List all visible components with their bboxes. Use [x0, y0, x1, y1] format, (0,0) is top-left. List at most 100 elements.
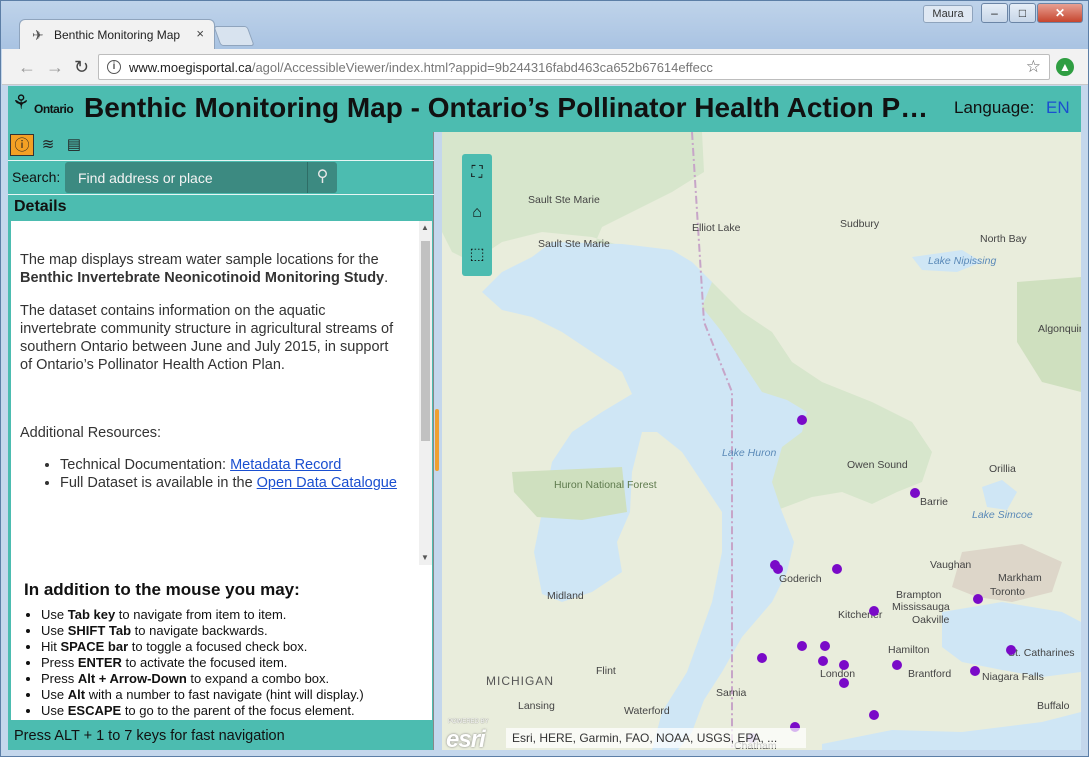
- attribution-text[interactable]: Esri, HERE, Garmin, FAO, NOAA, USGS, EPA…: [506, 728, 806, 748]
- sample-point[interactable]: [1006, 645, 1016, 655]
- help-item-key: Tab key: [67, 607, 116, 622]
- extension-icon[interactable]: ▲: [1056, 58, 1074, 76]
- sample-point[interactable]: [818, 656, 828, 666]
- close-tab-icon[interactable]: ×: [196, 26, 204, 41]
- site-info-icon[interactable]: i: [107, 60, 121, 74]
- trillium-icon: ⚘: [12, 92, 30, 114]
- minimize-button[interactable]: –: [981, 3, 1008, 23]
- p1-prefix: The map displays stream water sample loc…: [20, 252, 379, 268]
- search-row: Search: ⚲: [8, 160, 434, 194]
- help-item-suffix: to activate the focused item.: [121, 655, 288, 670]
- side-panel: ⓘ ≋ ▤ Search: ⚲ Details The map displays…: [8, 132, 434, 750]
- logo-text: Ontario: [34, 102, 74, 116]
- map-label: Toronto: [990, 586, 1025, 598]
- sample-point[interactable]: [869, 710, 879, 720]
- url-text[interactable]: www.moegisportal.ca/agol/AccessibleViewe…: [129, 60, 713, 75]
- map-label: Lansing: [518, 700, 555, 712]
- help-item-key: ESCAPE: [67, 703, 122, 718]
- basemap[interactable]: Sault Ste Marie Sault Ste Marie Elliot L…: [442, 132, 1081, 750]
- extent-icon[interactable]: ⬚: [462, 240, 492, 270]
- open-data-link[interactable]: Open Data Catalogue: [257, 475, 397, 491]
- scroll-down-icon[interactable]: ▼: [421, 553, 429, 562]
- sample-point[interactable]: [973, 594, 983, 604]
- address-bar[interactable]: i www.moegisportal.ca/agol/AccessibleVie…: [98, 54, 1050, 80]
- scroll-up-icon[interactable]: ▲: [421, 223, 429, 232]
- sample-point[interactable]: [839, 678, 849, 688]
- panel-splitter[interactable]: [435, 409, 439, 471]
- search-input[interactable]: [65, 162, 307, 193]
- map-label: Midland: [547, 590, 584, 602]
- language-toggle[interactable]: EN: [1046, 98, 1070, 118]
- sample-point[interactable]: [832, 564, 842, 574]
- map-label: Sudbury: [840, 218, 880, 230]
- metadata-link[interactable]: Metadata Record: [230, 457, 341, 473]
- back-button[interactable]: ←: [18, 57, 36, 77]
- keyboard-help: In addition to the mouse you may: Use Ta…: [11, 565, 432, 720]
- map-label: Orillia: [989, 463, 1016, 475]
- help-item-key: ENTER: [77, 655, 122, 670]
- p1-suffix: .: [384, 270, 389, 286]
- details-paragraph-2: The dataset contains information on the …: [20, 303, 394, 373]
- fullscreen-icon[interactable]: ⛶: [462, 158, 492, 188]
- scroll-thumb[interactable]: [421, 241, 430, 441]
- help-item-prefix: Press: [41, 671, 78, 686]
- details-icon[interactable]: ⓘ: [10, 134, 34, 156]
- new-tab-button[interactable]: [213, 26, 255, 46]
- sample-point[interactable]: [892, 660, 902, 670]
- help-item-key: SPACE bar: [60, 639, 129, 654]
- tab-title: Benthic Monitoring Map: [54, 28, 181, 42]
- list-item: Full Dataset is available in the Open Da…: [60, 474, 404, 492]
- help-item-suffix: with a number to fast navigate (hint wil…: [85, 687, 364, 702]
- page-title: Benthic Monitoring Map - Ontario’s Polli…: [84, 92, 934, 123]
- layers-icon[interactable]: ≋: [36, 134, 60, 156]
- res2-prefix: Full Dataset is available in the: [60, 475, 257, 491]
- sample-point[interactable]: [797, 641, 807, 651]
- maximize-button[interactable]: □: [1009, 3, 1036, 23]
- help-item-prefix: Use: [41, 687, 68, 702]
- map-label: Sault Ste Marie: [538, 238, 610, 250]
- sample-point[interactable]: [820, 641, 830, 651]
- map-attribution: POWERED BY esri Esri, HERE, Garmin, FAO,…: [442, 719, 806, 750]
- sample-point[interactable]: [910, 488, 920, 498]
- details-scrollbar[interactable]: ▲ ▼: [419, 221, 432, 565]
- help-item-suffix: to go to the parent of the focus element…: [121, 703, 355, 718]
- map-label: Markham: [998, 572, 1042, 584]
- home-icon[interactable]: ⌂: [462, 198, 492, 228]
- ontario-logo[interactable]: ⚘ Ontario: [12, 92, 78, 122]
- profile-button[interactable]: Maura: [923, 5, 973, 23]
- help-item-suffix: to toggle a focused check box.: [128, 639, 308, 654]
- legend-icon[interactable]: ▤: [62, 134, 86, 156]
- reload-button[interactable]: ↻: [74, 57, 89, 77]
- esri-logo[interactable]: esri: [446, 726, 486, 750]
- map-label: Sault Ste Marie: [528, 194, 600, 206]
- map-tools: ⛶ ⌂ ⬚: [462, 154, 492, 276]
- res1-prefix: Technical Documentation:: [60, 457, 231, 473]
- map-label: Lake Simcoe: [972, 509, 1033, 521]
- close-window-button[interactable]: ✕: [1037, 3, 1083, 23]
- sample-point[interactable]: [869, 606, 879, 616]
- forward-button[interactable]: →: [46, 57, 64, 77]
- sample-point[interactable]: [839, 660, 849, 670]
- details-header: Details: [8, 194, 434, 220]
- help-item-prefix: Use: [41, 607, 68, 622]
- sample-point[interactable]: [773, 564, 783, 574]
- map-label: Vaughan: [930, 559, 971, 571]
- resources-list: Technical Documentation: Metadata Record…: [60, 456, 404, 492]
- help-item-prefix: Hit: [41, 639, 61, 654]
- help-item-suffix: to navigate from item to item.: [115, 607, 287, 622]
- sample-point[interactable]: [970, 666, 980, 676]
- star-icon[interactable]: ☆: [1026, 57, 1041, 77]
- sample-point[interactable]: [797, 415, 807, 425]
- help-item: Press ENTER to activate the focused item…: [41, 655, 421, 671]
- search-icon: ⚲: [316, 168, 329, 185]
- browser-tab[interactable]: ✈ Benthic Monitoring Map ×: [19, 19, 215, 49]
- map-label: Huron National Forest: [554, 479, 657, 491]
- panel-toolbar: ⓘ ≋ ▤: [8, 132, 434, 158]
- sample-point[interactable]: [757, 653, 767, 663]
- map-view[interactable]: Sault Ste Marie Sault Ste Marie Elliot L…: [442, 132, 1081, 750]
- help-item-prefix: Use: [41, 623, 68, 638]
- map-label: MICHIGAN: [486, 674, 554, 688]
- map-label: Oakville: [912, 614, 950, 626]
- map-label: Mississauga: [892, 601, 950, 613]
- search-button[interactable]: ⚲: [307, 162, 337, 193]
